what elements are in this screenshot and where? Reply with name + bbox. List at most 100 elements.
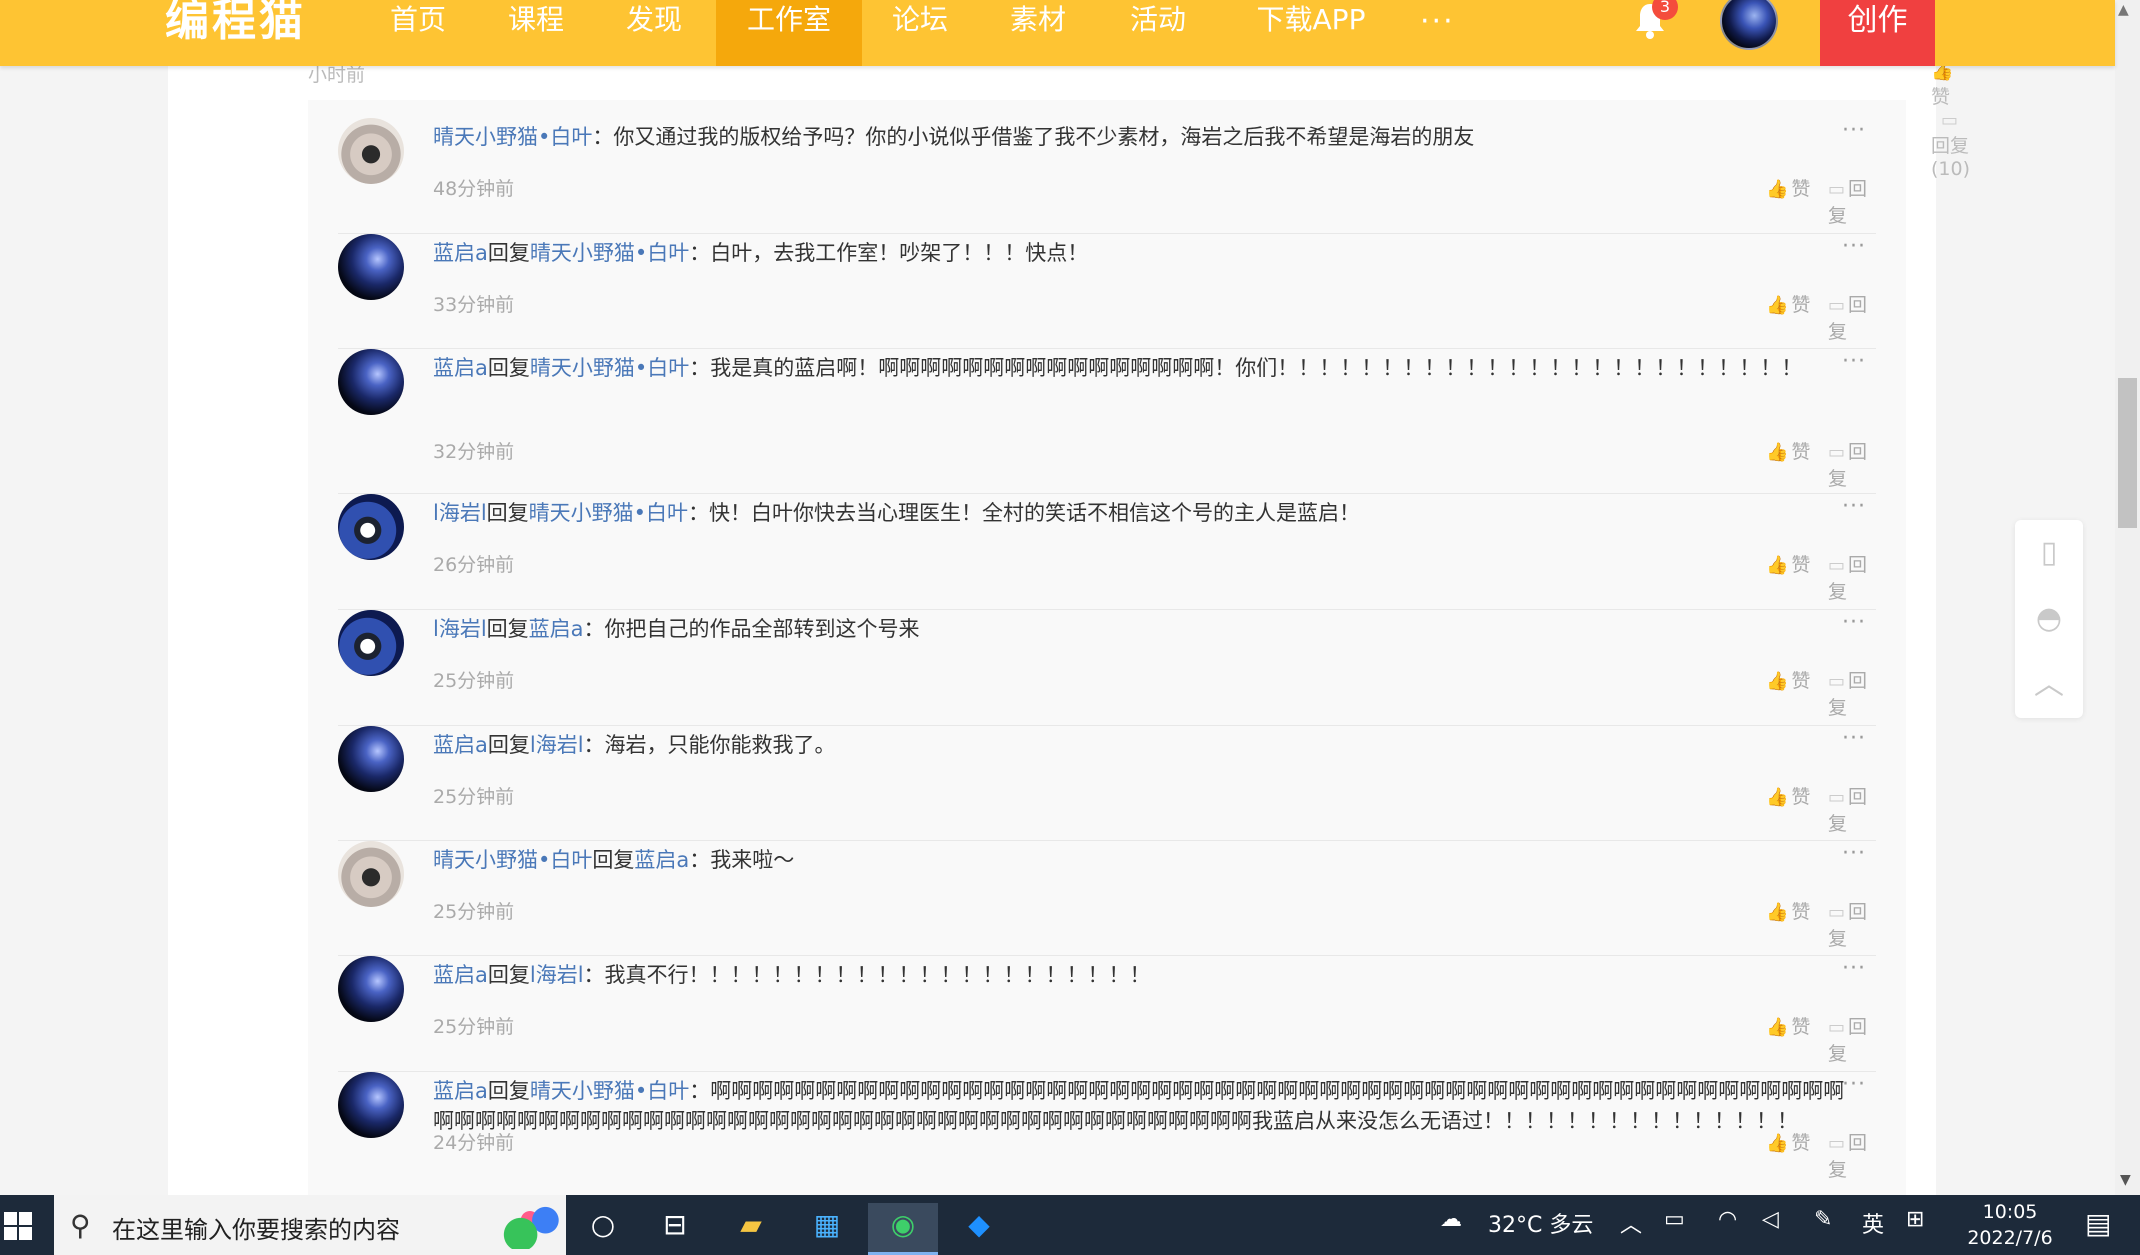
nav-download-app[interactable]: 下载APP — [1236, 0, 1386, 66]
more-options-icon[interactable]: ··· — [1842, 118, 1866, 143]
reply-button[interactable]: ▭ 回复 — [1828, 550, 1876, 604]
clock-time: 10:05 — [1982, 1201, 2038, 1223]
like-button[interactable]: 👍 赞 — [1766, 290, 1810, 317]
reply-count-button[interactable]: 回复(10) — [1931, 135, 1970, 180]
like-button[interactable]: 👍 赞 — [1766, 1012, 1810, 1039]
weather-cloud-icon[interactable]: ☁ — [1440, 1207, 1462, 1232]
like-button[interactable]: 👍 赞 — [1766, 782, 1810, 809]
more-options-icon[interactable]: ··· — [1842, 494, 1866, 519]
reply-author-link[interactable]: 晴天小野猫•白叶 — [433, 125, 592, 149]
more-options-icon[interactable]: ··· — [1842, 841, 1866, 866]
ime-mode-icon[interactable]: ⊞ — [1906, 1207, 1924, 1232]
scroll-down-arrow-icon[interactable]: ▼ — [2120, 1172, 2131, 1188]
like-button[interactable]: 👍 赞 — [1766, 897, 1810, 924]
task-view-icon[interactable]: ⊟ — [640, 1203, 710, 1255]
tray-expand-icon[interactable]: ︿ — [1620, 1207, 1642, 1239]
nav-discover[interactable]: 发现 — [606, 0, 702, 66]
more-options-icon[interactable]: ··· — [1842, 726, 1866, 751]
taskbar-clock[interactable]: 10:05 2022/7/6 — [1955, 1199, 2065, 1251]
reply-button[interactable]: ▭ 回复 — [1828, 897, 1876, 951]
reply-author-link[interactable]: 蓝启a — [433, 963, 488, 987]
pen-icon[interactable]: ✎ — [1814, 1207, 1832, 1232]
more-options-icon[interactable]: ··· — [1842, 234, 1866, 259]
action-center-icon[interactable]: ▤ — [2085, 1207, 2111, 1240]
windows-start-icon[interactable] — [0, 1207, 54, 1243]
ime-language[interactable]: 英 — [1862, 1207, 1884, 1239]
nav-courses[interactable]: 课程 — [488, 0, 584, 66]
reply-author-link[interactable]: 蓝启a — [433, 356, 488, 380]
more-options-icon[interactable]: ··· — [1842, 956, 1866, 981]
reply-avatar[interactable] — [338, 494, 404, 560]
wifi-icon[interactable]: ◠ — [1718, 1207, 1737, 1232]
more-options-icon[interactable]: ··· — [1842, 349, 1866, 374]
battery-icon[interactable]: ▭ — [1664, 1207, 1685, 1232]
scrollbar-thumb[interactable] — [2118, 378, 2137, 528]
comment-icon[interactable]: ▭ — [1941, 110, 1958, 131]
nav-studio[interactable]: 工作室 — [716, 0, 862, 66]
reply-target-link[interactable]: l海岩l — [530, 963, 584, 987]
reply-target-link[interactable]: 蓝启a — [634, 848, 689, 872]
reply-button[interactable]: ▭ 回复 — [1828, 437, 1876, 491]
cortana-icon[interactable]: ○ — [568, 1203, 638, 1255]
reply-avatar[interactable] — [338, 841, 404, 907]
reply-button[interactable]: ▭ 回复 — [1828, 290, 1876, 344]
weather-text[interactable]: 32°C 多云 — [1488, 1207, 1593, 1239]
back-to-top-icon[interactable]: ︿ — [2015, 652, 2083, 718]
create-button[interactable]: 创作 — [1820, 0, 1935, 66]
like-button[interactable]: 👍 赞 — [1766, 550, 1810, 577]
reply-target-link[interactable]: 蓝启a — [529, 617, 584, 641]
like-button[interactable]: 👍 赞 — [1766, 437, 1810, 464]
mobile-icon[interactable]: ▯ — [2015, 520, 2083, 586]
like-button[interactable]: 👍 赞 — [1766, 1128, 1810, 1155]
like-button[interactable]: 👍 赞 — [1766, 666, 1810, 693]
like-button[interactable]: 赞 — [1931, 86, 1950, 108]
scrollbar-track[interactable] — [2115, 0, 2140, 1195]
microsoft-store-icon[interactable]: ▦ — [792, 1203, 862, 1255]
reply-author-link[interactable]: l海岩l — [433, 501, 487, 525]
reply-target-link[interactable]: 晴天小野猫•白叶 — [530, 241, 689, 265]
reply-content: 蓝启a回复晴天小野猫•白叶：啊啊啊啊啊啊啊啊啊啊啊啊啊啊啊啊啊啊啊啊啊啊啊啊啊啊… — [433, 1076, 1863, 1136]
reply-button[interactable]: ▭ 回复 — [1828, 1128, 1876, 1182]
reply-avatar[interactable] — [338, 610, 404, 676]
browser-icon[interactable]: ◉ — [868, 1203, 938, 1255]
nav-events[interactable]: 活动 — [1110, 0, 1206, 66]
reply-avatar[interactable] — [338, 234, 404, 300]
volume-icon[interactable]: ◁ — [1762, 1207, 1779, 1232]
reply-button[interactable]: ▭ 回复 — [1828, 174, 1876, 228]
reply-author-link[interactable]: 晴天小野猫•白叶 — [433, 848, 592, 872]
reply-target-link[interactable]: 晴天小野猫•白叶 — [530, 356, 689, 380]
like-button[interactable]: 👍 赞 — [1766, 174, 1810, 201]
reply-button[interactable]: ▭ 回复 — [1828, 666, 1876, 720]
reply-avatar[interactable] — [338, 118, 404, 184]
feishu-icon[interactable]: ◆ — [944, 1203, 1014, 1255]
reply-target-link[interactable]: 晴天小野猫•白叶 — [530, 1079, 689, 1103]
file-explorer-icon[interactable]: ▰ — [716, 1203, 786, 1255]
like-label: 赞 — [1791, 670, 1811, 692]
reply-target-link[interactable]: 晴天小野猫•白叶 — [529, 501, 688, 525]
reply-avatar[interactable] — [338, 956, 404, 1022]
reply-time: 32分钟前 — [433, 441, 515, 463]
nav-home[interactable]: 首页 — [370, 0, 466, 66]
reply-avatar[interactable] — [338, 726, 404, 792]
user-avatar[interactable] — [1720, 0, 1778, 50]
scroll-up-arrow-icon[interactable]: ▲ — [2118, 2, 2129, 18]
reply-author-link[interactable]: 蓝启a — [433, 241, 488, 265]
reply-author-link[interactable]: 蓝启a — [433, 733, 488, 757]
like-label: 赞 — [1791, 1132, 1811, 1154]
reply-author-link[interactable]: 蓝启a — [433, 1079, 488, 1103]
reply-avatar[interactable] — [338, 1072, 404, 1138]
nav-more-icon[interactable]: ··· — [1420, 4, 1455, 39]
reply-author-link[interactable]: l海岩l — [433, 617, 487, 641]
taskbar-search-box[interactable]: ⚲ 在这里输入你要搜索的内容 — [54, 1195, 566, 1255]
search-placeholder: 在这里输入你要搜索的内容 — [112, 1216, 400, 1244]
reply-target-link[interactable]: l海岩l — [530, 733, 584, 757]
site-logo[interactable]: 编程猫 — [165, 0, 306, 46]
qq-icon[interactable]: ◓ — [2015, 586, 2083, 652]
nav-materials[interactable]: 素材 — [990, 0, 1086, 66]
reply-button[interactable]: ▭ 回复 — [1828, 782, 1876, 836]
reply-avatar[interactable] — [338, 349, 404, 415]
more-options-icon[interactable]: ··· — [1842, 1072, 1866, 1097]
reply-button[interactable]: ▭ 回复 — [1828, 1012, 1876, 1066]
more-options-icon[interactable]: ··· — [1842, 610, 1866, 635]
nav-forum[interactable]: 论坛 — [872, 0, 968, 66]
